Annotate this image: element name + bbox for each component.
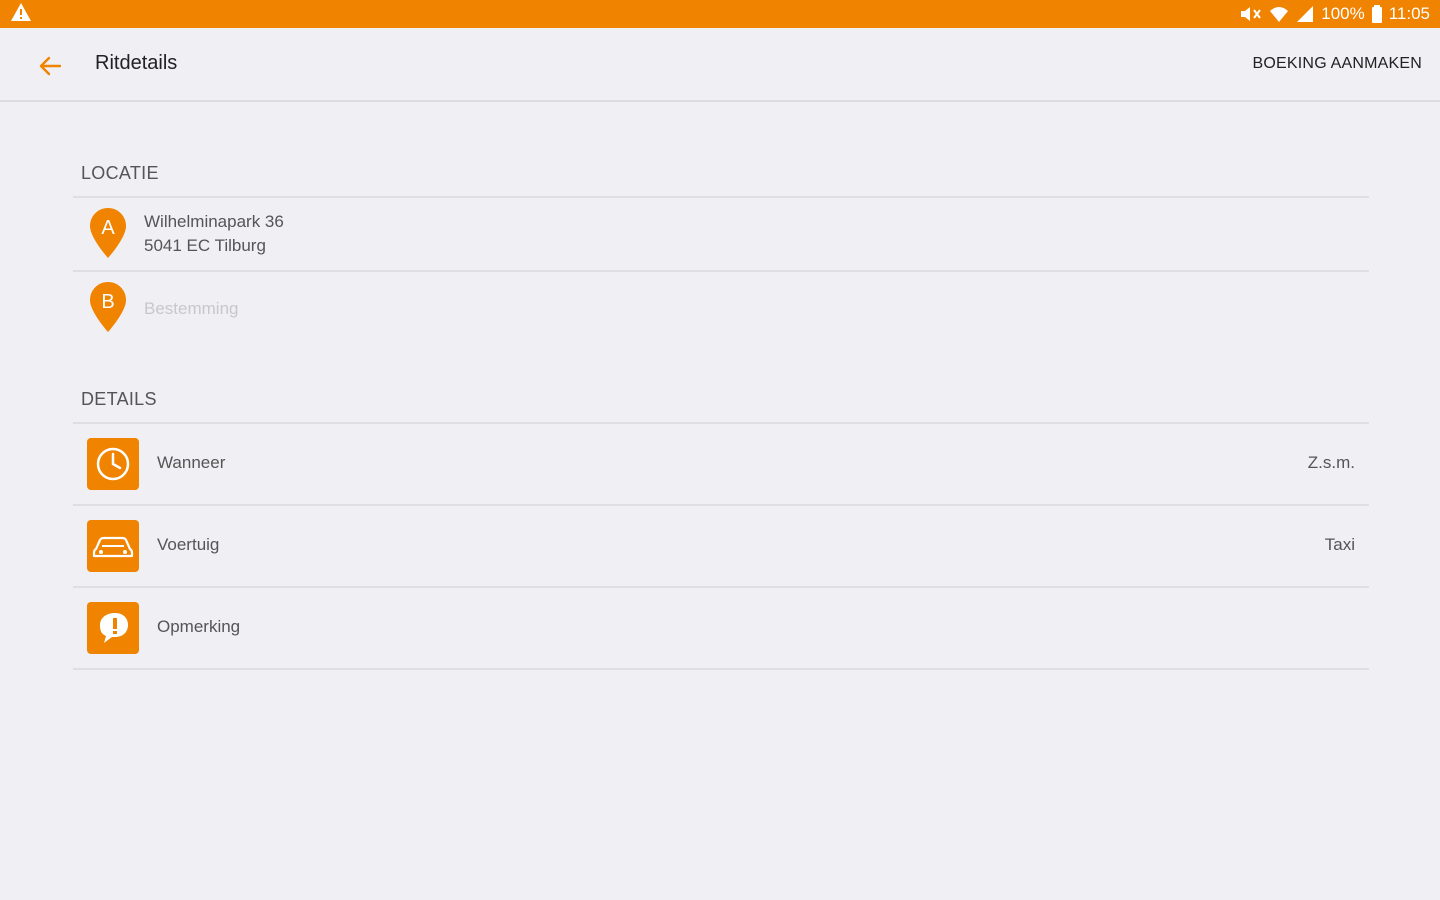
create-booking-button[interactable]: BOEKING AANMAKEN — [1253, 55, 1422, 73]
page-title: Ritdetails — [95, 52, 178, 74]
detail-row-remark[interactable]: Opmerking — [73, 588, 1369, 668]
warning-icon — [10, 2, 32, 27]
details-section-header: DETAILS — [81, 389, 157, 409]
mute-icon — [1239, 5, 1263, 23]
status-bar: 100% 11:05 — [0, 0, 1440, 28]
destination-location-row[interactable]: B Bestemming — [73, 272, 1369, 344]
car-icon — [87, 520, 139, 572]
detail-label: Opmerking — [157, 617, 241, 636]
detail-value: Z.s.m. — [1307, 453, 1355, 472]
destination-placeholder: Bestemming — [144, 299, 239, 318]
pickup-postal-city: 5041 EC Tilburg — [144, 236, 266, 255]
detail-row-when[interactable]: Wanneer Z.s.m. — [73, 424, 1369, 504]
detail-row-vehicle[interactable]: Voertuig Taxi — [73, 506, 1369, 586]
pickup-street: Wilhelminapark 36 — [144, 212, 284, 231]
location-section-header: LOCATIE — [81, 163, 159, 183]
detail-value: Taxi — [1324, 535, 1355, 554]
destination-pin-icon: B — [90, 282, 126, 332]
signal-icon — [1295, 5, 1315, 23]
divider — [73, 668, 1369, 670]
battery-icon — [1371, 5, 1383, 23]
clock-time: 11:05 — [1388, 4, 1430, 23]
app-bar: Ritdetails BOEKING AANMAKEN — [0, 28, 1440, 102]
pickup-pin-icon: A — [90, 208, 126, 258]
pickup-location-row[interactable]: A Wilhelminapark 36 5041 EC Tilburg — [73, 198, 1369, 270]
wifi-icon — [1269, 5, 1289, 23]
detail-label: Wanneer — [157, 453, 226, 472]
back-button[interactable] — [36, 52, 64, 80]
pickup-address: Wilhelminapark 36 5041 EC Tilburg — [144, 210, 284, 258]
svg-text:A: A — [101, 217, 115, 239]
svg-text:B: B — [101, 291, 114, 313]
clock-icon — [87, 438, 139, 490]
arrow-left-icon — [39, 56, 62, 76]
comment-icon — [87, 602, 139, 654]
battery-percentage: 100% — [1321, 4, 1365, 23]
detail-label: Voertuig — [157, 535, 220, 554]
